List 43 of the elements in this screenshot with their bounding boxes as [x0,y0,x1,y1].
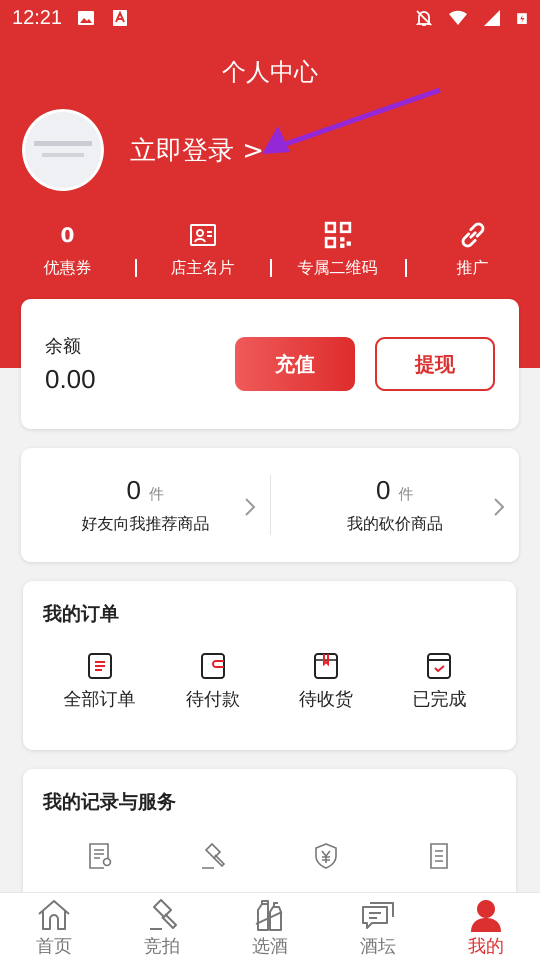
shortcut-label[interactable]: 专属二维码 [298,258,378,279]
package-icon [312,651,340,681]
image-icon [76,8,96,28]
tab-item[interactable]: 首页 [0,893,108,960]
counter-value: 0 [376,475,390,505]
link-icon [458,221,486,249]
tab-item[interactable]: 选酒 [216,893,324,960]
order-status-link[interactable]: 待收货 [299,687,354,711]
wallet-icon [198,651,227,681]
login-link[interactable]: 立即登录 > [130,132,264,168]
tab-item[interactable]: 酒坛 [324,893,432,960]
chevron-icon [493,497,505,517]
recharge-button[interactable]: 充值 [235,337,355,391]
checked-calendar-icon [425,651,454,681]
order-status-link[interactable]: 已完成 [412,687,466,711]
order-status-link[interactable]: 全部订单 [64,687,136,711]
qr-code-icon [324,221,352,249]
shortcut-label[interactable]: 优惠券 [44,258,92,279]
muted-bell-icon [414,8,434,28]
section-title: 我的记录与服务 [43,790,177,815]
counter-unit: 件 [398,485,414,503]
tab-item[interactable]: 我的 [432,893,540,960]
shortcut-label[interactable]: 店主名片 [170,258,234,279]
shortcut-label[interactable]: 推广 [456,258,488,279]
balance-label: 余额 [45,334,82,358]
counter-unit: 件 [148,485,164,503]
counter-label[interactable]: 好友向我推荐商品 [81,514,210,535]
counter-value: 0 [126,475,141,505]
order-status-link[interactable]: 待付款 [186,687,240,711]
section-title: 我的订单 [43,602,120,627]
tab-item[interactable]: 竞拍 [108,893,216,960]
counter-label[interactable]: 我的砍价商品 [346,514,443,535]
chevron-icon [244,497,256,517]
id-card-icon [188,221,216,249]
home-icon [36,898,72,932]
withdraw-button[interactable]: 提现 [375,337,495,391]
order-list-icon [86,651,114,681]
status-time: 12:21 [12,6,62,30]
balance-amount: 0.00 [45,364,97,394]
coupon-count[interactable]: 0 [60,220,74,250]
signal-icon [482,8,502,28]
page-title: 个人中心 [221,57,319,88]
person-icon [468,898,504,932]
